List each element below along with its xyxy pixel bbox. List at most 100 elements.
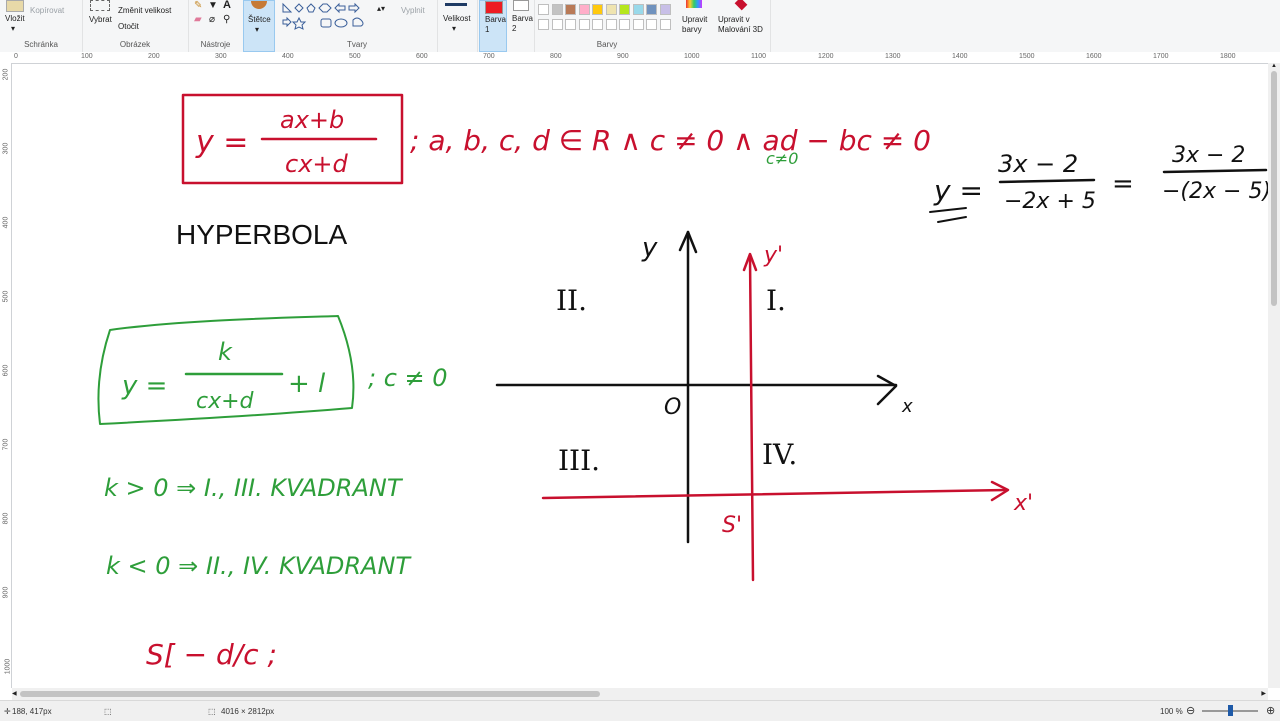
right-formula-y: y = — [933, 174, 983, 207]
ruler-tick-label: 1600 — [1086, 53, 1102, 60]
paste-icon[interactable] — [6, 0, 24, 12]
edit-colors-button[interactable]: Upravit barvy — [682, 15, 712, 35]
colors-group-label: Barvy — [596, 40, 618, 49]
paste-button[interactable]: Vložit — [5, 14, 25, 23]
edit-colors-icon[interactable] — [686, 0, 702, 8]
chevron-down-icon: ▾ — [255, 25, 260, 34]
vertical-scroll-thumb[interactable] — [1271, 71, 1277, 306]
origin-label: O — [664, 395, 681, 420]
palette-swatch[interactable] — [646, 4, 657, 15]
palette-swatch[interactable] — [565, 4, 576, 15]
paint3d-icon[interactable] — [734, 0, 748, 11]
ruler-tick-label: 600 — [2, 364, 10, 377]
ruler-tick-label: 1100 — [751, 53, 767, 60]
image-group: Vybrat Změnit velikost Otočit Obrázek — [82, 0, 189, 52]
scroll-up-icon[interactable]: ▲ — [1271, 63, 1277, 69]
palette-swatch[interactable] — [659, 4, 671, 15]
magnifier-icon[interactable]: ⚲ — [223, 14, 230, 25]
brushes-button[interactable]: Štětce ▾ — [243, 0, 275, 52]
palette-swatch[interactable] — [619, 19, 630, 30]
drawing-canvas[interactable]: y = ax+b cx+d ; a, b, c, d ∈ R ∧ c ≠ 0 ∧… — [12, 64, 1268, 688]
palette-swatch[interactable] — [578, 4, 590, 15]
image-group-label: Obrázek — [119, 40, 151, 49]
k-positive-rule: k > 0 ⇒ I., III. KVADRANT — [104, 474, 404, 502]
chevron-down-icon[interactable]: ▾ — [11, 24, 15, 33]
eraser-icon[interactable]: ▰ — [194, 14, 202, 25]
formula-denominator: cx+d — [285, 150, 349, 178]
zoom-slider-thumb[interactable] — [1228, 705, 1233, 716]
green-formula-y: y = — [121, 371, 167, 401]
palette-swatch[interactable] — [659, 19, 671, 30]
clipboard-group: Vložit Kopírovat ▾ Schránka — [0, 0, 83, 52]
ruler-tick-label: 1800 — [1220, 53, 1236, 60]
color1-button[interactable]: Barva 1 — [479, 0, 507, 52]
select-icon[interactable] — [90, 0, 110, 11]
palette-swatch[interactable] — [538, 4, 549, 15]
colors-group: Upravit barvy Upravit v Malování 3D Barv… — [534, 0, 771, 52]
paint3d-button[interactable]: Upravit v Malování 3D — [718, 15, 768, 35]
select-button[interactable]: Vybrat — [89, 15, 112, 24]
scroll-right-icon[interactable]: ▶ — [1261, 690, 1266, 697]
tools-group-label: Nástroje — [200, 40, 231, 49]
green-formula-numerator: k — [218, 338, 233, 366]
k-negative-rule: k < 0 ⇒ II., IV. KVADRANT — [106, 552, 412, 580]
palette-swatch[interactable] — [565, 19, 576, 30]
ruler-tick-label: 500 — [349, 53, 361, 60]
right-numerator-2: 3x − 2 — [1172, 143, 1245, 168]
arrow-left-shape-icon — [334, 2, 346, 14]
x-axis-arrow — [876, 374, 898, 406]
vertical-scrollbar[interactable]: ▲ — [1268, 63, 1280, 688]
gallery-scroll-icon[interactable]: ▴▾ — [377, 4, 385, 13]
palette-swatch[interactable] — [632, 19, 644, 30]
pentagon-shape-icon — [306, 3, 316, 13]
ruler-tick-label: 700 — [2, 438, 10, 451]
scroll-left-icon[interactable]: ◀ — [12, 690, 17, 697]
horizontal-scroll-thumb[interactable] — [20, 691, 600, 697]
color2-button[interactable]: Barva 2 — [508, 0, 535, 52]
zoom-out-icon[interactable]: ⊖ — [1186, 704, 1195, 717]
rotate-button[interactable]: Otočit — [118, 22, 139, 31]
shapes-group: ▴▾ Vyplnit Tvary — [277, 0, 438, 52]
right-fraction-bar-2 — [1162, 168, 1268, 174]
palette-swatch[interactable] — [605, 19, 617, 30]
color1-label: Barva 1 — [485, 15, 506, 34]
shifted-y-axis — [748, 254, 755, 582]
copy-button[interactable]: Kopírovat — [30, 6, 64, 15]
palette-swatch[interactable] — [551, 19, 563, 30]
palette-swatch[interactable] — [619, 4, 630, 15]
text-icon[interactable]: A — [223, 0, 231, 11]
handwritten-notes: y = ax+b cx+d ; a, b, c, d ∈ R ∧ c ≠ 0 ∧… — [97, 93, 1268, 671]
ruler-tick-label: 1000 — [4, 658, 12, 675]
palette-swatch[interactable] — [578, 19, 590, 30]
ruler-tick-label: 1500 — [1019, 53, 1035, 60]
zoom-in-icon[interactable]: ⊕ — [1266, 704, 1275, 717]
ruler-tick-label: 900 — [617, 53, 629, 60]
palette-swatch[interactable] — [605, 4, 617, 15]
resize-button[interactable]: Změnit velikost — [118, 6, 171, 15]
palette-swatch[interactable] — [646, 19, 657, 30]
palette-swatch[interactable] — [551, 4, 563, 15]
fill-icon[interactable]: ▼ — [208, 0, 218, 11]
ruler-tick-label: 700 — [483, 53, 495, 60]
palette-swatch[interactable] — [632, 4, 644, 15]
ribbon: Vložit Kopírovat ▾ Schránka Vybrat Změni… — [0, 0, 1280, 53]
pencil-icon[interactable]: ✎ — [194, 0, 202, 11]
horizontal-ruler: 0 100 200 300 400 500 600 700 800 900 1000 1100 1200… — [0, 52, 1280, 64]
size-button[interactable]: Velikost ▾ — [437, 0, 478, 52]
y-underline-2 — [937, 216, 967, 223]
palette-swatch[interactable] — [538, 19, 549, 30]
selection-icon: ⬚ — [104, 707, 112, 716]
condition-note: c≠0 — [766, 149, 798, 168]
brushes-label: Štětce — [248, 15, 271, 24]
fill-dropdown[interactable]: Vyplnit — [401, 6, 425, 15]
ruler-tick-label: 900 — [2, 586, 10, 599]
picker-icon[interactable]: ⌀ — [209, 14, 215, 25]
right-denominator-2: −(2x − 5) — [1162, 179, 1268, 204]
ruler-tick-label: 400 — [2, 216, 10, 229]
callout-shape-icon — [320, 18, 332, 28]
palette-swatch[interactable] — [592, 4, 603, 15]
diamond-shape-icon — [294, 3, 304, 13]
palette-swatch[interactable] — [592, 19, 603, 30]
horizontal-scrollbar[interactable]: ◀ ▶ — [12, 688, 1268, 700]
shapes-gallery[interactable] — [281, 2, 381, 32]
